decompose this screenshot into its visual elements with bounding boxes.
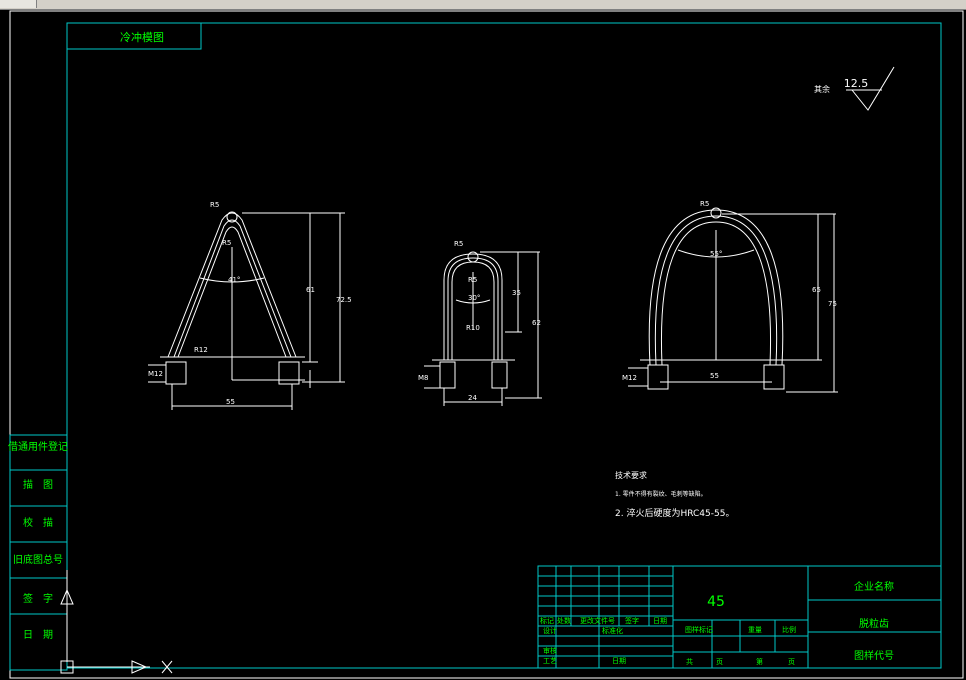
mid-dim-r1: R5	[454, 240, 463, 248]
right-dim-thread: M12	[622, 374, 637, 382]
tb-material: 45	[707, 594, 725, 610]
menu-button[interactable]	[0, 0, 19, 8]
right-dim-h2: 75	[828, 300, 837, 308]
tb-mid-header-2: 比例	[782, 625, 796, 634]
tb-row-2: 审核	[543, 646, 557, 655]
side-label-0: 借通用件登记	[8, 440, 68, 453]
tb-left-header-2: 更改文件号	[580, 616, 615, 625]
mid-dim-r3: R10	[466, 324, 480, 332]
tb-sheet-2: 第	[756, 657, 763, 666]
tb-sheet-1: 页	[716, 658, 723, 666]
side-label-1: 描 图	[23, 478, 53, 491]
tb-sheet-0: 共	[686, 657, 693, 666]
tb-mid-header-0: 图样标记	[685, 625, 713, 634]
toolbar-button[interactable]	[18, 0, 37, 8]
mid-dim-angle: 30°	[468, 294, 480, 302]
cad-drawing-canvas[interactable]: 冷冲模图 其余 12.5 借通用件登记 描 图 校 描 旧底图总号 签 字 日 …	[0, 10, 966, 680]
left-dim-width: 55	[226, 398, 235, 406]
tb-drawing-no: 图样代号	[854, 649, 894, 662]
tech-note-1: 1. 零件不得有裂纹、毛刺等缺陷。	[615, 490, 707, 498]
left-dim-h1: 61	[306, 286, 315, 294]
title-tab: 冷冲模图	[120, 30, 164, 44]
tb-left-header-3: 签字	[625, 616, 639, 625]
tb-row-3: 工艺	[543, 657, 557, 665]
mid-dim-thread: M8	[418, 374, 429, 382]
outer-frame	[9, 10, 964, 679]
middle-view-part	[424, 251, 542, 406]
window-titlebar	[0, 0, 966, 10]
roughness-value: 12.5	[844, 77, 869, 90]
right-dim-r1: R5	[700, 200, 709, 208]
right-dim-angle: 55°	[710, 250, 722, 258]
left-dim-angle: 41°	[228, 276, 240, 284]
left-view-part	[148, 211, 345, 410]
tb-part-name: 脱粒齿	[859, 617, 889, 630]
tb-row-0: 设计	[543, 626, 557, 635]
mid-dim-width: 24	[468, 394, 477, 402]
tb-left-header-0: 标记	[540, 616, 554, 625]
side-label-3: 旧底图总号	[13, 553, 63, 566]
tb-left-header-4: 日期	[653, 617, 667, 625]
right-dim-width: 55	[710, 372, 719, 380]
side-label-4: 签 字	[23, 592, 53, 605]
right-dim-h1: 65	[812, 286, 821, 294]
tech-notes-title: 技术要求	[615, 470, 647, 480]
left-dim-r2: R5	[222, 239, 231, 247]
ucs-icon	[60, 570, 173, 674]
left-dim-h2: 72.5	[336, 296, 352, 304]
roughness-label: 其余	[814, 84, 830, 94]
tb-left-header-1: 处数	[557, 616, 571, 625]
left-dim-r3: R12	[194, 346, 208, 354]
right-view-part	[628, 207, 838, 393]
mid-dim-h1: 35	[512, 289, 521, 297]
tb-date-label: 日期	[612, 657, 626, 665]
tb-sheet-3: 页	[788, 658, 795, 666]
side-label-5: 日 期	[23, 629, 53, 641]
tech-note-2: 2. 淬火后硬度为HRC45-55。	[615, 507, 734, 519]
mid-dim-r2: R5	[468, 276, 477, 284]
mid-dim-h2: 62	[532, 319, 541, 327]
left-dim-thread: M12	[148, 370, 163, 378]
tb-row-1: 标准化	[602, 626, 623, 635]
tb-mid-header-1: 重量	[748, 626, 762, 634]
side-label-2: 校 描	[23, 516, 53, 529]
left-dim-r1: R5	[210, 201, 219, 209]
tb-company: 企业名称	[854, 580, 894, 593]
